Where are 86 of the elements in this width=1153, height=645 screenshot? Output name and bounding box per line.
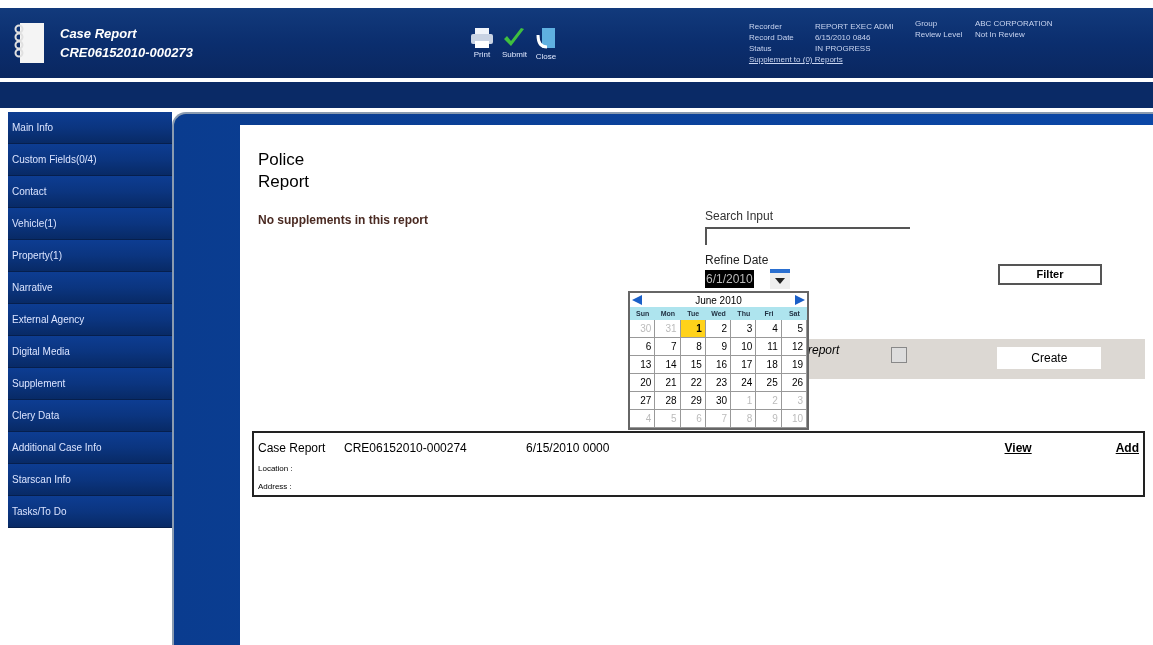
caret-icon [774,278,785,284]
left-arrow-icon [632,295,642,305]
calendar-day[interactable]: 30 [705,392,732,410]
calendar-day[interactable]: 14 [655,356,681,374]
toolbar-button[interactable]: Print [468,27,496,63]
field-label: Location : [258,463,294,475]
dropdown-button[interactable] [891,347,908,363]
sidebar-item[interactable]: Digital Media [8,336,172,368]
calendar-day[interactable]: 10 [731,338,757,356]
calendar-day[interactable]: 27 [630,392,656,410]
sidebar-item[interactable]: Property(1) [8,240,172,272]
filter-button[interactable]: Filter [998,264,1102,285]
refine-date-label: Refine Date [705,252,770,269]
calendar-day[interactable]: 16 [705,356,732,374]
calendar-day[interactable]: 23 [705,374,732,392]
calendar-day[interactable]: 2 [705,320,732,338]
info-label: Status [748,43,773,54]
add-link[interactable]: Add [1115,439,1139,457]
calendar-day[interactable]: 7 [655,338,681,356]
sidebar-item[interactable]: Contact [8,176,172,208]
previous-month-button[interactable] [632,295,642,305]
case-number: CRE06152010-000273 [60,44,194,62]
field-label: Address : [258,481,293,493]
calendar-day[interactable]: 12 [781,338,807,356]
calendar-day[interactable]: 13 [630,356,656,374]
info-value: Not In Review [974,29,1026,40]
month-title: June 2010 [695,293,742,308]
info-label: Record Date [748,32,795,43]
toolbar-button[interactable]: Close [532,27,559,63]
sidebar-item[interactable]: Custom Fields(0/4) [8,144,172,176]
right-arrow-icon [795,295,805,305]
info-value: 6/15/2010 0846 [814,32,872,43]
info-value: REPORT EXEC ADMI [814,21,895,32]
sidebar-item[interactable]: Additional Case Info [8,432,172,464]
sidebar-item[interactable]: Narrative [8,272,172,304]
case-date: 6/15/2010 0000 [526,440,610,457]
calendar-day[interactable]: 20 [630,374,656,392]
calendar-day[interactable]: 15 [680,356,706,374]
calendar-day[interactable]: 19 [781,356,807,374]
sidebar-item[interactable]: Tasks/To Do [8,496,172,528]
calendar-day[interactable]: 28 [655,392,681,410]
calendar-day[interactable]: 1 [680,320,706,338]
info-label: Group [914,18,939,29]
calendar-day[interactable]: 17 [731,356,757,374]
create-label: report [808,342,840,359]
date-dropdown-button[interactable] [769,269,790,289]
supplement-link[interactable]: Supplement to (0) Reports [748,54,905,65]
info-label: Recorder [748,21,783,32]
sidebar-item[interactable]: Supplement [8,368,172,400]
calendar-day[interactable]: 6 [630,338,656,356]
calendar-day[interactable]: 24 [731,374,757,392]
toolbar-button[interactable]: Submit [500,27,529,63]
next-month-button[interactable] [795,295,805,305]
calendar-day[interactable]: 8 [680,338,706,356]
calendar-day[interactable]: 9 [705,338,732,356]
sidebar-item[interactable]: External Agency [8,304,172,336]
sidebar-item[interactable]: Vehicle(1) [8,208,172,240]
sidebar-item[interactable]: Clery Data [8,400,172,432]
create-button[interactable]: Create [997,347,1102,369]
info-value: IN PROGRESS [814,43,872,54]
calendar-day[interactable]: 5 [781,320,807,338]
info-value: ABC CORPORATION [974,18,1054,29]
calendar-day[interactable]: 18 [756,356,782,374]
search-label: Search Input [705,208,775,225]
calendar-day[interactable]: 4 [756,320,782,338]
header-title: Case Report [60,24,138,43]
calendar-day[interactable]: 22 [680,374,706,392]
calendar-day[interactable]: 3 [731,320,757,338]
view-link[interactable]: View [1004,439,1032,457]
search-field[interactable] [705,227,910,245]
status-message: No supplements in this report [258,212,429,229]
page-title: Police Report [258,149,311,193]
case-number: CRE06152010-000274 [344,440,468,457]
calendar-day[interactable]: 11 [756,338,782,356]
door-icon [534,27,557,51]
info-label: Review Level [914,29,964,40]
sidebar-item[interactable]: Starscan Info [8,464,172,496]
calendar-day[interactable]: 25 [756,374,782,392]
printer-icon [470,27,494,49]
calendar-day[interactable]: 26 [781,374,807,392]
date-field[interactable]: 6/1/2010 [705,270,754,288]
case-type: Case Report [258,440,327,457]
sidebar-item[interactable]: Main Info [8,112,172,144]
calendar-day[interactable]: 29 [680,392,706,410]
notebook-icon [12,21,46,65]
calendar-day[interactable]: 21 [655,374,681,392]
